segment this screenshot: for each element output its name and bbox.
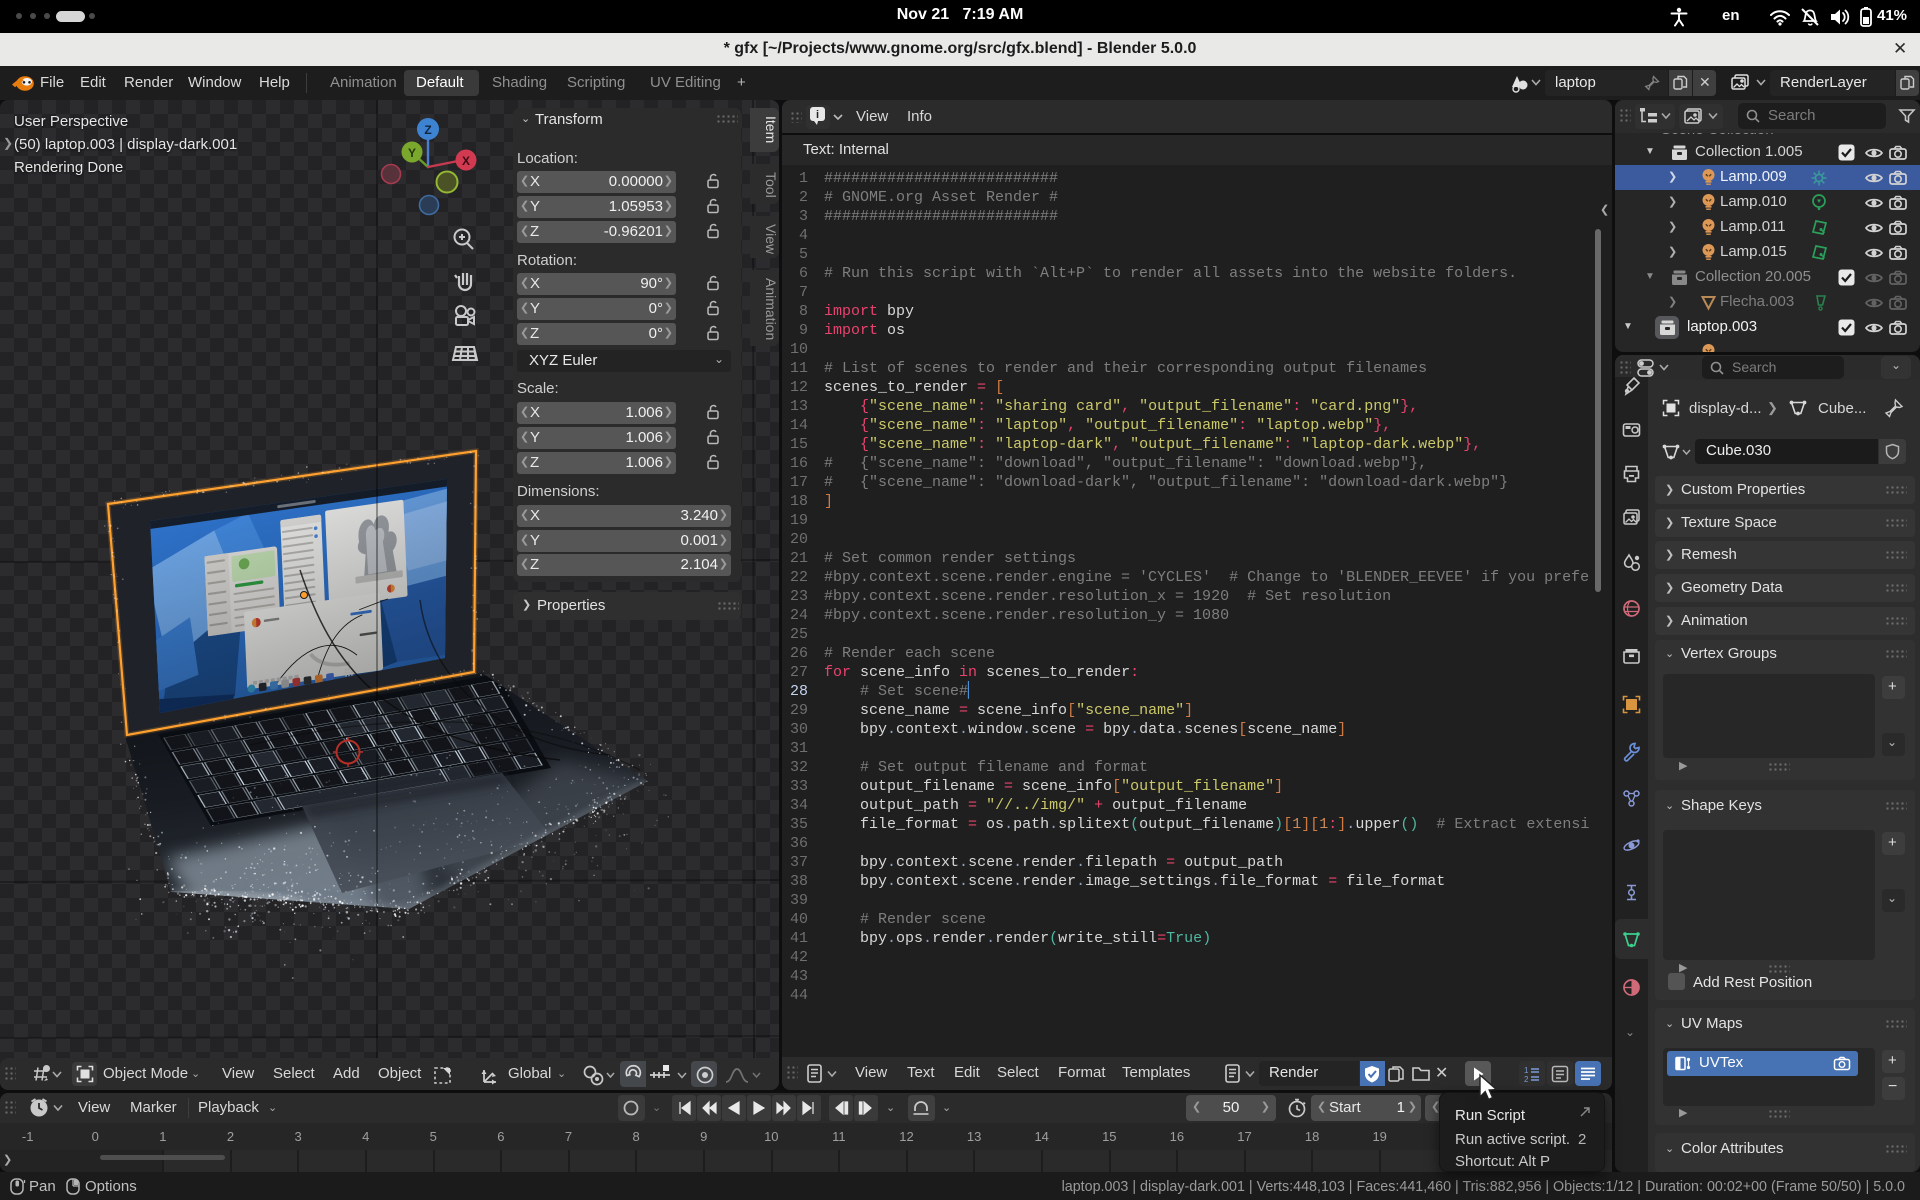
svg-text:X: X [462,154,470,168]
svg-text:Z: Z [424,123,431,137]
svg-text:1: 1 [1524,1066,1529,1075]
svg-text:i: i [816,109,819,121]
svg-text:Y: Y [408,146,416,160]
svg-text:2: 2 [1524,1075,1529,1084]
